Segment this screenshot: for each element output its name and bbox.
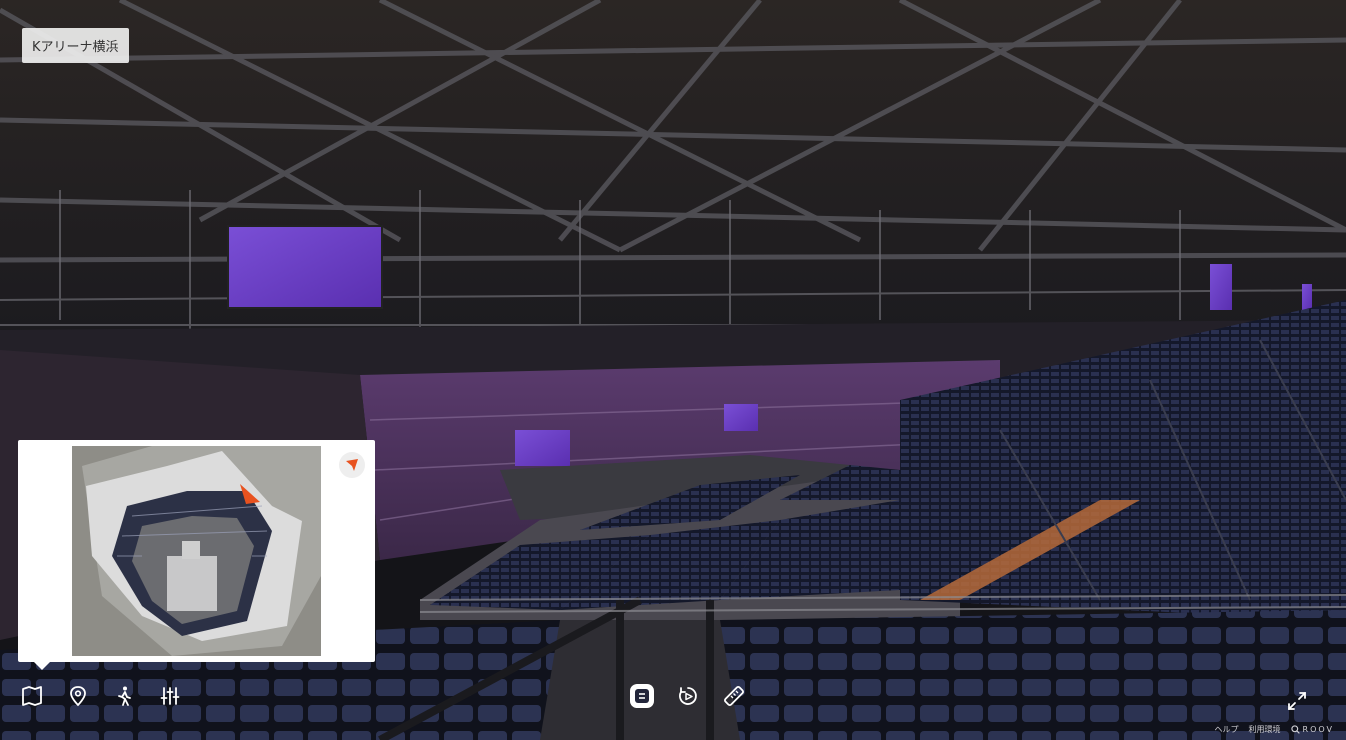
brand-name: ROOV — [1302, 725, 1334, 734]
walk-button[interactable] — [112, 684, 136, 708]
stage-screen-right — [724, 404, 758, 431]
big-screen-right — [1210, 264, 1232, 310]
sliders-icon — [160, 687, 180, 705]
far-screen-right — [1302, 284, 1312, 310]
autoplay-button[interactable] — [676, 684, 700, 708]
stage-screen-left — [515, 430, 570, 466]
walking-person-icon — [118, 686, 131, 706]
compass-arrow-icon — [346, 459, 358, 471]
location-pin-icon — [70, 686, 86, 707]
toolbar-left — [20, 684, 182, 708]
spot-button[interactable] — [66, 684, 90, 708]
brand-logo[interactable]: ROOV — [1290, 725, 1334, 734]
map-button[interactable] — [20, 684, 44, 708]
fullscreen-button[interactable] — [1286, 690, 1308, 712]
toolbar-center — [630, 684, 746, 708]
environment-link[interactable]: 利用環境 — [1249, 724, 1281, 735]
search-icon — [1290, 725, 1300, 734]
venue-name-label: Kアリーナ横浜 — [22, 28, 129, 63]
map-icon — [22, 686, 42, 706]
expand-icon — [1288, 692, 1306, 710]
minimap-panel[interactable] — [18, 440, 375, 670]
measure-button[interactable] — [722, 684, 746, 708]
footer-links: ヘルプ 利用環境 ROOV — [1215, 724, 1334, 735]
info-panel-button[interactable] — [630, 684, 654, 708]
minimap-arena-plan[interactable] — [72, 446, 321, 656]
panorama-viewer[interactable]: Kアリーナ横浜 ヘルプ 利用環境 ROOV — [0, 0, 1346, 740]
big-screen-left — [227, 225, 383, 309]
ruler-icon — [724, 686, 744, 706]
compass-button[interactable] — [339, 452, 365, 478]
rotate-play-icon — [679, 687, 697, 705]
foreground-seats-right — [720, 610, 1346, 740]
help-link[interactable]: ヘルプ — [1215, 724, 1239, 735]
settings-button[interactable] — [158, 684, 182, 708]
info-panel-icon — [635, 689, 649, 703]
